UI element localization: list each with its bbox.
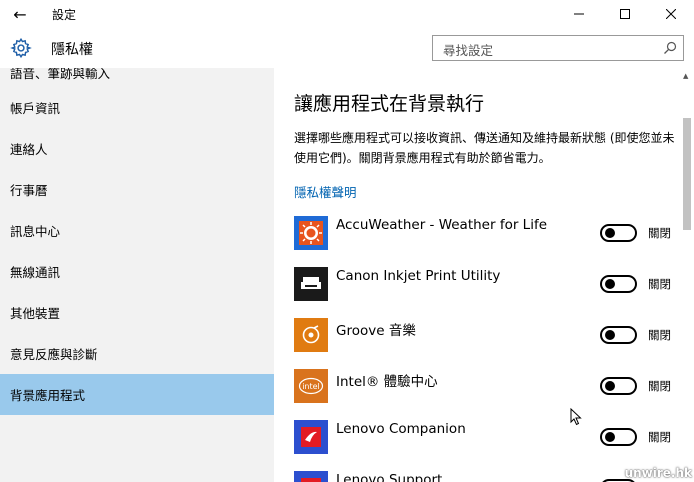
toggle-knob xyxy=(605,330,615,340)
mouse-cursor-icon xyxy=(570,408,582,426)
background-toggle[interactable] xyxy=(600,275,637,293)
sidebar-item-messaging[interactable]: 訊息中心 xyxy=(0,210,274,251)
maximize-icon xyxy=(620,9,630,19)
app-name: Lenovo Support xyxy=(336,472,443,482)
sidebar-item-account-info[interactable]: 帳戶資訊 xyxy=(0,87,274,128)
sidebar: 語音、筆跡與輸入 帳戶資訊 連絡人 行事曆 訊息中心 無線通訊 其他裝置 意見反… xyxy=(0,68,274,482)
intel-icon: intel xyxy=(294,369,328,403)
maximize-button[interactable] xyxy=(602,0,648,28)
toggle-state-label: 關閉 xyxy=(648,226,671,240)
sidebar-item-calendar[interactable]: 行事曆 xyxy=(0,169,274,210)
sidebar-item-feedback-diagnostics[interactable]: 意見反應與診斷 xyxy=(0,333,274,374)
toggle-state-label: 關閉 xyxy=(648,379,671,393)
app-row-groove: Groove 音樂 關閉 xyxy=(294,318,684,352)
background-toggle[interactable] xyxy=(600,224,637,242)
groove-music-icon xyxy=(294,318,328,352)
toggle-knob xyxy=(605,432,615,442)
close-icon xyxy=(666,9,676,19)
background-toggle[interactable] xyxy=(600,428,637,446)
gear-icon xyxy=(10,37,32,59)
back-button[interactable]: ← xyxy=(0,0,40,28)
sidebar-item-contacts[interactable]: 連絡人 xyxy=(0,128,274,169)
svg-text:intel: intel xyxy=(302,382,320,391)
page-title: 隱私權 xyxy=(51,42,93,58)
back-arrow-icon: ← xyxy=(13,4,27,24)
search-icon[interactable] xyxy=(663,41,677,55)
background-toggle[interactable] xyxy=(600,326,637,344)
window-title: 設定 xyxy=(52,8,77,22)
sidebar-item-background-apps[interactable]: 背景應用程式 xyxy=(0,374,274,415)
canon-printer-icon xyxy=(294,267,328,301)
lenovo-support-icon xyxy=(294,471,328,482)
app-row-intel: intel Intel® 體驗中心 關閉 xyxy=(294,369,684,403)
app-row-canon: Canon Inkjet Print Utility 關閉 xyxy=(294,267,684,301)
background-toggle[interactable] xyxy=(600,377,637,395)
watermark: unwire.hk xyxy=(624,466,692,480)
close-button[interactable] xyxy=(648,0,694,28)
title-bar: ← 設定 xyxy=(0,0,694,28)
toggle-knob xyxy=(605,279,615,289)
sidebar-item-other-devices[interactable]: 其他裝置 xyxy=(0,292,274,333)
scroll-up-icon[interactable]: ▲ xyxy=(683,72,688,80)
search-input[interactable]: 尋找設定 xyxy=(432,35,684,61)
app-row-accuweather: AccuWeather - Weather for Life 關閉 xyxy=(294,216,684,250)
scroll-thumb[interactable] xyxy=(683,118,691,230)
toggle-state-label: 關閉 xyxy=(648,277,671,291)
toggle-knob xyxy=(605,228,615,238)
toggle-state-label: 關閉 xyxy=(648,328,671,342)
app-name: Groove 音樂 xyxy=(336,323,416,339)
lenovo-companion-icon xyxy=(294,420,328,454)
main-content: 讓應用程式在背景執行 選擇哪些應用程式可以接收資訊、傳送通知及維持最新狀態 (即… xyxy=(274,68,694,482)
app-name: AccuWeather - Weather for Life xyxy=(336,217,548,233)
app-name: Intel® 體驗中心 xyxy=(336,374,438,390)
minimize-button[interactable] xyxy=(556,0,602,28)
section-title: 讓應用程式在背景執行 xyxy=(294,93,485,115)
app-name: Lenovo Companion xyxy=(336,421,466,437)
accuweather-icon xyxy=(294,216,328,250)
minimize-icon xyxy=(574,13,584,15)
app-name: Canon Inkjet Print Utility xyxy=(336,268,501,284)
scrollbar[interactable]: ▲ xyxy=(680,68,694,482)
app-row-lenovo-companion: Lenovo Companion 關閉 xyxy=(294,420,684,454)
toggle-knob xyxy=(605,381,615,391)
privacy-statement-link[interactable]: 隱私權聲明 xyxy=(294,182,357,201)
settings-header: 隱私權 尋找設定 xyxy=(0,28,694,68)
toggle-state-label: 關閉 xyxy=(648,430,671,444)
section-description: 選擇哪些應用程式可以接收資訊、傳送通知及維持最新狀態 (即使您並未使用它們)。關… xyxy=(294,131,675,165)
sidebar-item-radios[interactable]: 無線通訊 xyxy=(0,251,274,292)
search-placeholder: 尋找設定 xyxy=(443,43,494,58)
